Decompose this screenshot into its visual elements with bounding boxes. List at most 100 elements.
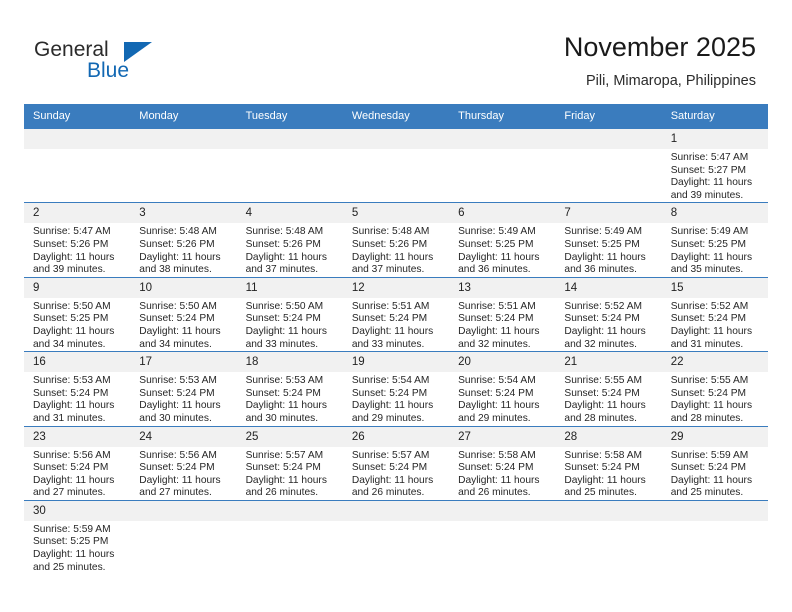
calendar-day-cell[interactable]: 13 Sunrise: 5:51 AM Sunset: 5:24 PM Dayligh… [449,276,556,352]
day-number: 15 [661,277,768,298]
calendar-day-cell[interactable]: 25 Sunrise: 5:57 AM Sunset: 5:24 PM Dayligh… [236,425,343,501]
day-cell-inner: 2 Sunrise: 5:47 AM Sunset: 5:26 PM Daylight… [24,203,131,276]
calendar-day-cell[interactable]: 16 Sunrise: 5:53 AM Sunset: 5:24 PM Dayligh… [24,351,131,426]
calendar-day-cell[interactable]: 5 Sunrise: 5:48 AM Sunset: 5:26 PM Daylight… [342,202,450,278]
calendar-day-cell[interactable]: 15 Sunrise: 5:52 AM Sunset: 5:24 PM Dayligh… [661,276,768,352]
weekday-header-saturday: Saturday [661,104,768,129]
calendar-day-cell[interactable]: 21 Sunrise: 5:55 AM Sunset: 5:24 PM Dayligh… [555,351,662,426]
sunset-text: Sunset: 5:24 PM [139,387,215,399]
daylight-text-line2: and 34 minutes. [33,338,106,350]
calendar-day-cell[interactable]: 11 Sunrise: 5:50 AM Sunset: 5:24 PM Dayligh… [236,276,343,352]
sunrise-text: Sunrise: 5:51 AM [458,300,536,312]
daylight-text-line1: Daylight: 11 hours [458,474,540,486]
calendar-day-cell[interactable]: 19 Sunrise: 5:54 AM Sunset: 5:24 PM Dayligh… [342,351,450,426]
daylight-text-line2: and 25 minutes. [33,561,106,573]
daylight-text-line2: and 37 minutes. [245,264,319,276]
sunset-text: Sunset: 5:24 PM [245,313,321,325]
sunset-text: Sunset: 5:24 PM [245,462,321,474]
calendar-day-cell[interactable]: 1 Sunrise: 5:47 AM Sunset: 5:27 PM Daylight… [661,127,768,203]
day-cell-inner: 4 Sunrise: 5:48 AM Sunset: 5:26 PM Daylight… [236,203,343,276]
day-cell-inner: 17 Sunrise: 5:53 AM Sunset: 5:24 PM Dayligh… [130,352,237,425]
calendar-day-cell[interactable]: 17 Sunrise: 5:53 AM Sunset: 5:24 PM Dayligh… [130,351,237,426]
daylight-text-line2: and 28 minutes. [670,412,744,424]
daylight-text-line1: Daylight: 11 hours [670,325,753,337]
calendar-day-cell[interactable]: 27 Sunrise: 5:58 AM Sunset: 5:24 PM Dayligh… [449,425,556,501]
day-cell-inner: 6 Sunrise: 5:49 AM Sunset: 5:25 PM Daylight… [449,203,556,276]
calendar-day-cell[interactable]: 12 Sunrise: 5:51 AM Sunset: 5:24 PM Dayligh… [342,276,450,352]
sunset-text: Sunset: 5:24 PM [33,462,109,474]
day-cell-inner: 20 Sunrise: 5:54 AM Sunset: 5:24 PM Dayligh… [449,352,556,425]
general-blue-logo[interactable]: General Blue [34,38,284,94]
day-cell-inner [661,500,768,575]
daylight-text-line1: Daylight: 11 hours [351,325,434,337]
day-details: Sunrise: 5:47 AM Sunset: 5:27 PM Daylight:… [662,149,768,202]
day-details: Sunrise: 5:55 AM Sunset: 5:24 PM Daylight:… [662,372,768,425]
day-number: 12 [342,277,450,298]
calendar-day-cell[interactable]: 30 Sunrise: 5:59 AM Sunset: 5:25 PM Dayligh… [24,499,131,575]
day-cell-inner: 15 Sunrise: 5:52 AM Sunset: 5:24 PM Dayligh… [661,277,768,351]
day-number: 10 [130,277,237,298]
day-number [449,129,556,149]
day-cell-inner: 8 Sunrise: 5:49 AM Sunset: 5:25 PM Daylight… [661,203,768,276]
day-number: 1 [661,129,768,149]
daylight-text-line1: Daylight: 11 hours [458,251,540,263]
calendar-day-cell[interactable]: 2 Sunrise: 5:47 AM Sunset: 5:26 PM Daylight… [24,202,131,278]
day-cell-inner: 25 Sunrise: 5:57 AM Sunset: 5:24 PM Dayligh… [236,426,343,500]
daylight-text-line2: and 37 minutes. [351,264,425,276]
daylight-text-line1: Daylight: 11 hours [33,549,115,561]
day-cell-inner: 26 Sunrise: 5:57 AM Sunset: 5:24 PM Dayligh… [342,426,450,500]
calendar-day-cell[interactable]: 10 Sunrise: 5:50 AM Sunset: 5:24 PM Dayligh… [130,276,237,352]
sunrise-text: Sunrise: 5:51 AM [351,300,430,312]
sunset-text: Sunset: 5:24 PM [351,462,428,474]
calendar-day-cell-empty [661,499,768,575]
calendar-day-cell[interactable]: 3 Sunrise: 5:48 AM Sunset: 5:26 PM Daylight… [130,202,237,278]
logo-text-blue: Blue [87,59,130,82]
day-number: 16 [24,352,131,373]
day-cell-inner: 12 Sunrise: 5:51 AM Sunset: 5:24 PM Dayligh… [342,277,450,351]
sunrise-text: Sunrise: 5:55 AM [670,375,749,387]
daylight-text-line2: and 32 minutes. [564,338,637,350]
day-number: 6 [449,203,556,224]
sunset-text: Sunset: 5:25 PM [564,238,640,250]
sunset-text: Sunset: 5:24 PM [564,462,640,474]
sunrise-text: Sunrise: 5:54 AM [351,375,430,387]
day-cell-inner: 22 Sunrise: 5:55 AM Sunset: 5:24 PM Dayligh… [661,352,768,425]
calendar-day-cell[interactable]: 4 Sunrise: 5:48 AM Sunset: 5:26 PM Daylight… [236,202,343,278]
calendar-day-cell[interactable]: 6 Sunrise: 5:49 AM Sunset: 5:25 PM Daylight… [449,202,556,278]
calendar-day-cell[interactable]: 28 Sunrise: 5:58 AM Sunset: 5:24 PM Dayligh… [555,425,662,501]
calendar-day-cell[interactable]: 7 Sunrise: 5:49 AM Sunset: 5:25 PM Daylight… [555,202,662,278]
daylight-text-line2: and 30 minutes. [245,412,319,424]
daylight-text-line1: Daylight: 11 hours [33,400,115,412]
sunrise-text: Sunrise: 5:58 AM [458,449,536,461]
calendar-day-cell[interactable]: 22 Sunrise: 5:55 AM Sunset: 5:24 PM Dayligh… [661,351,768,426]
calendar-table: Sunday Monday Tuesday Wednesday Thursday… [24,104,768,575]
page-subtitle: Pili, Mimaropa, Philippines [585,73,756,89]
calendar-day-cell[interactable]: 18 Sunrise: 5:53 AM Sunset: 5:24 PM Dayligh… [236,351,343,426]
sunrise-text: Sunrise: 5:58 AM [564,449,642,461]
calendar-day-cell[interactable]: 23 Sunrise: 5:56 AM Sunset: 5:24 PM Dayligh… [24,425,131,501]
calendar-day-cell[interactable]: 24 Sunrise: 5:56 AM Sunset: 5:24 PM Dayligh… [130,425,237,501]
daylight-text-line2: and 30 minutes. [139,412,212,424]
day-details: Sunrise: 5:48 AM Sunset: 5:26 PM Daylight:… [130,223,236,276]
calendar-day-cell[interactable]: 26 Sunrise: 5:57 AM Sunset: 5:24 PM Dayligh… [342,425,450,501]
calendar-day-cell[interactable]: 29 Sunrise: 5:59 AM Sunset: 5:24 PM Dayligh… [661,425,768,501]
weekday-header-friday: Friday [555,104,662,129]
day-number [342,500,450,521]
daylight-text-line2: and 26 minutes. [245,487,319,499]
day-details: Sunrise: 5:53 AM Sunset: 5:24 PM Daylight:… [237,372,343,425]
calendar-day-cell[interactable]: 9 Sunrise: 5:50 AM Sunset: 5:25 PM Daylight… [24,276,131,352]
calendar-day-cell[interactable]: 20 Sunrise: 5:54 AM Sunset: 5:24 PM Dayligh… [449,351,556,426]
day-number: 30 [24,500,131,521]
calendar-day-cell[interactable]: 8 Sunrise: 5:49 AM Sunset: 5:25 PM Daylight… [661,202,768,278]
sunrise-text: Sunrise: 5:52 AM [670,300,749,312]
sunrise-text: Sunrise: 5:59 AM [670,449,749,461]
calendar-day-cell[interactable]: 14 Sunrise: 5:52 AM Sunset: 5:24 PM Dayligh… [555,276,662,352]
day-number: 28 [555,426,662,447]
weekday-header-monday: Monday [130,104,237,129]
sunrise-text: Sunrise: 5:52 AM [564,300,642,312]
day-details: Sunrise: 5:56 AM Sunset: 5:24 PM Daylight:… [130,447,236,500]
day-cell-inner: 28 Sunrise: 5:58 AM Sunset: 5:24 PM Dayligh… [555,426,662,500]
day-number: 23 [24,426,131,447]
day-details: Sunrise: 5:50 AM Sunset: 5:24 PM Daylight:… [237,298,343,351]
daylight-text-line1: Daylight: 11 hours [245,251,327,263]
